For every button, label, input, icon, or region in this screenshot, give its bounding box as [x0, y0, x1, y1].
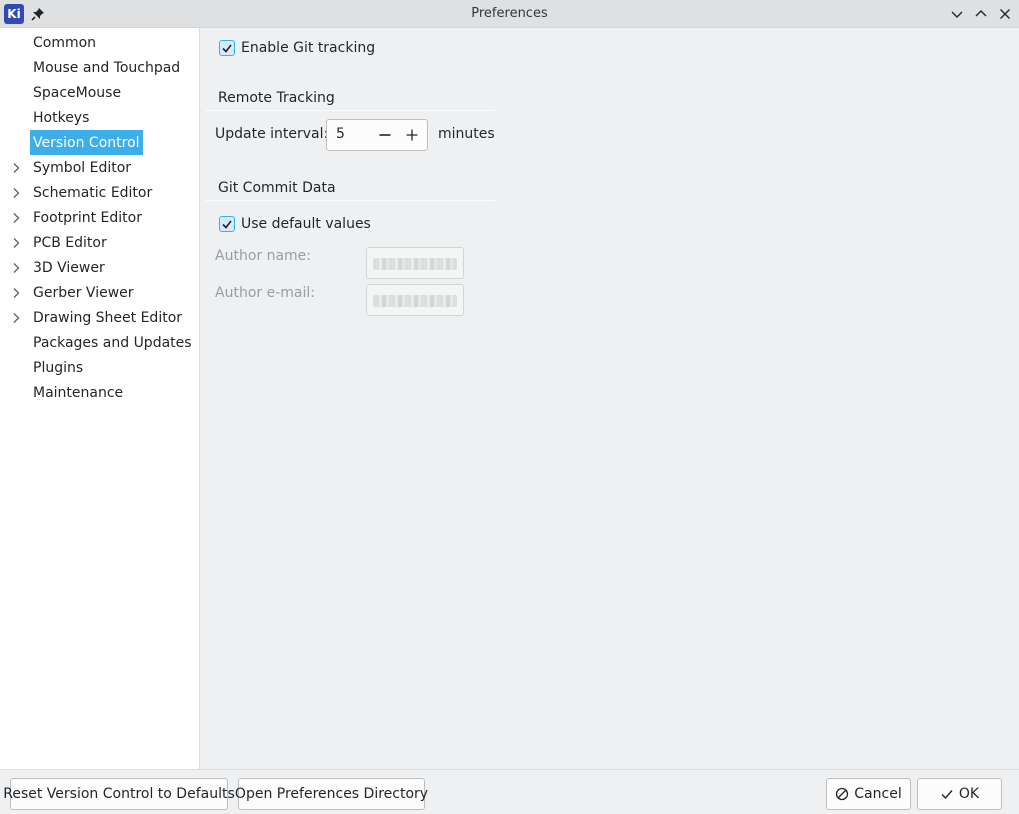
- tree-item-pcb-editor[interactable]: PCB Editor: [30, 230, 110, 255]
- tree-item-label: SpaceMouse: [33, 84, 122, 101]
- chevron-right-icon[interactable]: [10, 187, 22, 199]
- use-default-values-label: Use default values: [241, 216, 371, 232]
- tree-item-gerber-viewer[interactable]: Gerber Viewer: [30, 280, 137, 305]
- maximize-button[interactable]: [973, 6, 989, 22]
- tree-item-label: Drawing Sheet Editor: [33, 309, 183, 326]
- tree-item-hotkeys[interactable]: Hotkeys: [30, 105, 92, 130]
- chevron-down-icon: [951, 11, 963, 18]
- tree-item-drawing-sheet-editor[interactable]: Drawing Sheet Editor: [30, 305, 185, 330]
- tree-item-version-control[interactable]: Version Control: [30, 130, 143, 155]
- chevron-right-icon[interactable]: [10, 262, 22, 274]
- open-preferences-directory-button[interactable]: Open Preferences Directory: [234, 778, 429, 810]
- plus-icon[interactable]: [405, 128, 419, 142]
- minimize-button[interactable]: [949, 6, 965, 22]
- tree-item-label: Footprint Editor: [33, 209, 142, 226]
- minus-icon[interactable]: [378, 128, 392, 142]
- tree-item-label: PCB Editor: [33, 234, 107, 251]
- use-default-values-checkbox[interactable]: Use default values: [219, 216, 371, 232]
- tree-item-label: Hotkeys: [33, 109, 90, 126]
- author-name-label: Author name:: [215, 248, 312, 264]
- chevron-right-icon[interactable]: [10, 162, 22, 174]
- title-bar[interactable]: Ki Preferences: [0, 0, 1019, 28]
- version-control-panel: Enable Git tracking Remote Tracking Upda…: [201, 28, 1019, 769]
- update-interval-label: Update interval:: [215, 126, 329, 142]
- tree-item-footprint-editor[interactable]: Footprint Editor: [30, 205, 145, 230]
- checkbox-checked-icon[interactable]: [219, 216, 235, 232]
- checkbox-checked-icon[interactable]: [219, 40, 235, 56]
- ok-button[interactable]: OK: [917, 778, 1002, 810]
- reset-defaults-button[interactable]: Reset Version Control to Defaults: [3, 778, 235, 810]
- tree-item-label: Common: [33, 34, 97, 51]
- dialog-button-bar: Reset Version Control to Defaults Open P…: [0, 769, 1019, 814]
- window-title: Preferences: [471, 6, 548, 21]
- tree-item-schematic-editor[interactable]: Schematic Editor: [30, 180, 155, 205]
- tree-item-label: Packages and Updates: [33, 334, 192, 351]
- reset-defaults-label: Reset Version Control to Defaults: [3, 786, 235, 802]
- ok-label: OK: [958, 786, 980, 802]
- minutes-label: minutes: [438, 126, 495, 142]
- tree-item-mouse-touchpad[interactable]: Mouse and Touchpad: [30, 55, 183, 80]
- open-preferences-directory-label: Open Preferences Directory: [234, 786, 429, 802]
- tree-item-label: Schematic Editor: [33, 184, 153, 201]
- tree-item-label: 3D Viewer: [33, 259, 105, 276]
- chevron-right-icon[interactable]: [10, 287, 22, 299]
- checkmark-icon: [941, 790, 953, 800]
- tree-item-3d-viewer[interactable]: 3D Viewer: [30, 255, 108, 280]
- close-icon: [1000, 9, 1010, 19]
- close-button[interactable]: [997, 6, 1013, 22]
- section-divider: [205, 110, 494, 111]
- tree-item-plugins[interactable]: Plugins: [30, 355, 86, 380]
- enable-git-label: Enable Git tracking: [241, 40, 376, 56]
- cancel-icon: [836, 787, 849, 801]
- tree-item-spacemouse[interactable]: SpaceMouse: [30, 80, 124, 105]
- tree-item-maintenance[interactable]: Maintenance: [30, 380, 126, 405]
- tree-item-label: Mouse and Touchpad: [33, 59, 181, 76]
- remote-tracking-title: Remote Tracking: [218, 90, 335, 106]
- chevron-up-icon: [975, 10, 987, 17]
- tree-item-label: Version Control: [33, 134, 140, 151]
- tree-item-label: Symbol Editor: [33, 159, 132, 176]
- author-email-label: Author e-mail:: [215, 285, 315, 301]
- chevron-right-icon[interactable]: [10, 212, 22, 224]
- update-interval-spinbox[interactable]: 5: [326, 119, 428, 151]
- update-interval-value[interactable]: 5: [336, 126, 345, 142]
- tree-item-label: Gerber Viewer: [33, 284, 134, 301]
- preferences-tree[interactable]: Common Mouse and Touchpad SpaceMouse Hot…: [0, 28, 200, 769]
- section-divider: [205, 200, 494, 201]
- chevron-right-icon[interactable]: [10, 237, 22, 249]
- cancel-button[interactable]: Cancel: [826, 778, 911, 810]
- author-name-field[interactable]: [366, 247, 464, 279]
- tree-item-common[interactable]: Common: [30, 30, 99, 55]
- git-commit-data-title: Git Commit Data: [218, 180, 336, 196]
- redacted-value: [373, 258, 457, 270]
- redacted-value: [373, 295, 457, 307]
- author-email-field[interactable]: [366, 284, 464, 316]
- chevron-right-icon[interactable]: [10, 312, 22, 324]
- tree-item-symbol-editor[interactable]: Symbol Editor: [30, 155, 134, 180]
- tree-item-label: Plugins: [33, 359, 84, 376]
- tree-item-packages-updates[interactable]: Packages and Updates: [30, 330, 195, 355]
- enable-git-checkbox[interactable]: Enable Git tracking: [219, 40, 375, 56]
- cancel-label: Cancel: [854, 786, 902, 802]
- tree-item-label: Maintenance: [33, 384, 124, 401]
